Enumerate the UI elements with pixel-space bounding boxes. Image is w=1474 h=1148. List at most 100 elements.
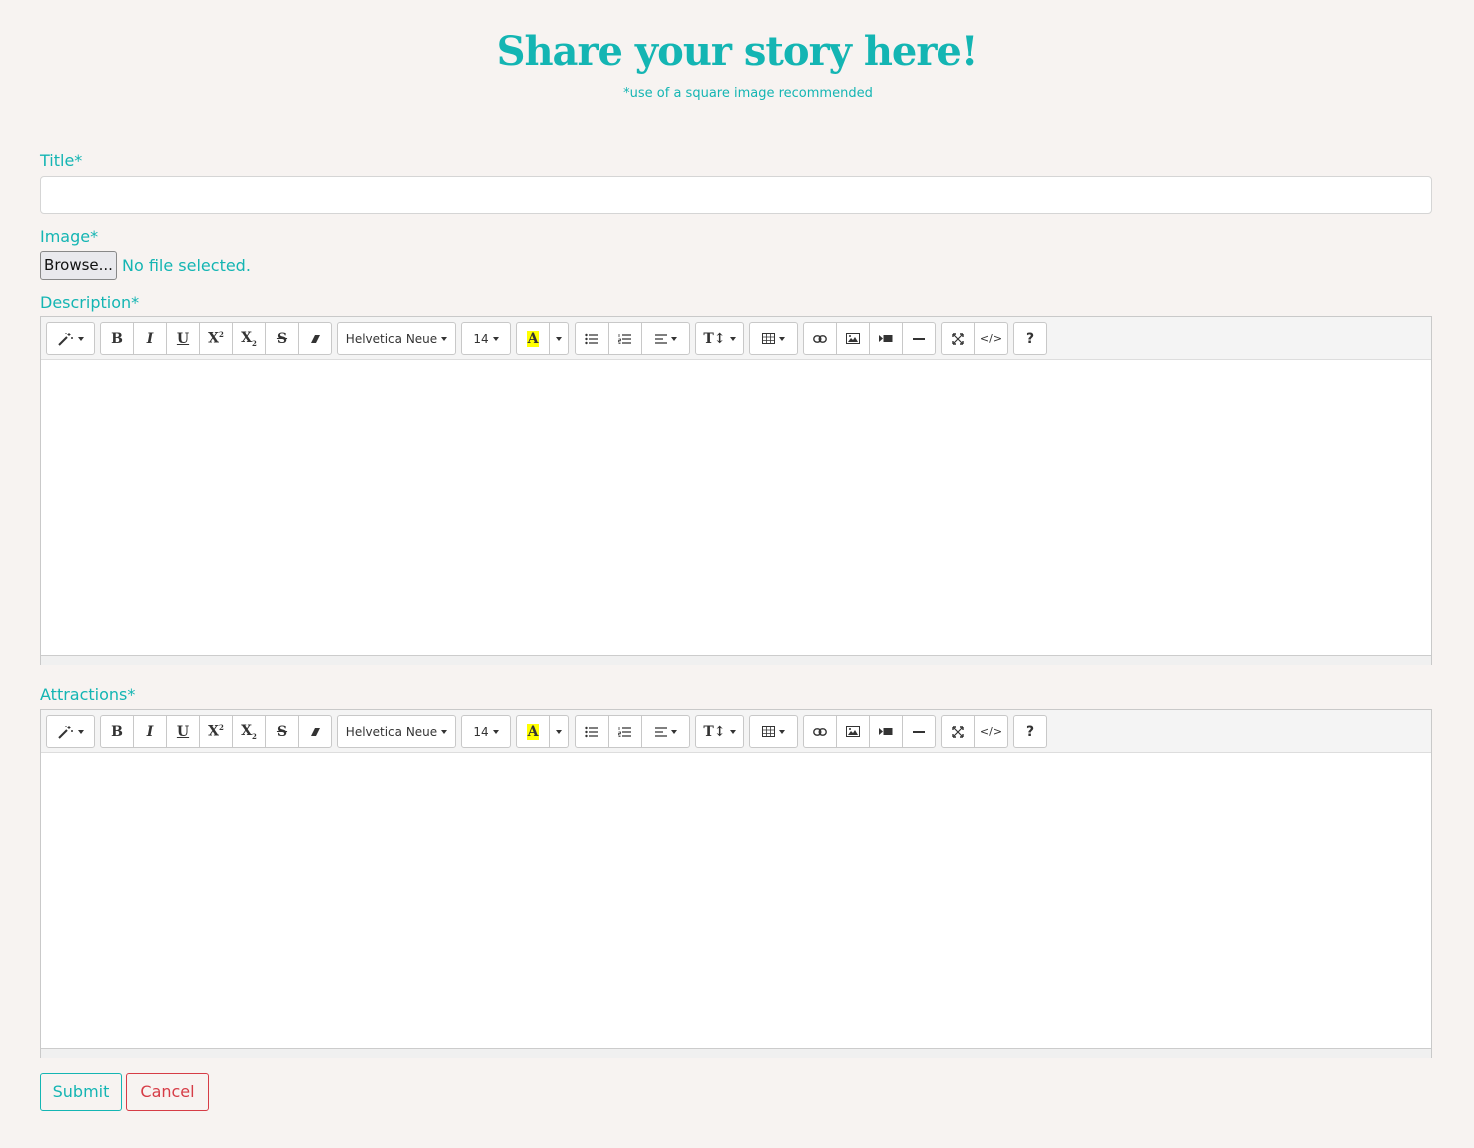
font-color-icon: A	[526, 330, 540, 347]
italic-icon: I	[146, 723, 154, 740]
underline-icon: U	[176, 330, 190, 347]
subscript-button[interactable]: X2	[232, 715, 266, 748]
picture-button[interactable]	[836, 715, 870, 748]
cancel-button[interactable]: Cancel	[126, 1073, 209, 1111]
video-button[interactable]	[869, 715, 903, 748]
title-input[interactable]	[40, 176, 1432, 214]
code-view-icon: </>	[979, 725, 1003, 738]
italic-button[interactable]: I	[133, 715, 167, 748]
page-subtitle: *use of a square image recommended	[623, 86, 873, 101]
font-name-dropdown[interactable]: Helvetica Neue	[337, 715, 456, 748]
bold-button[interactable]: B	[100, 322, 134, 355]
table-dropdown[interactable]	[749, 322, 798, 355]
font-color-button[interactable]: A	[516, 322, 550, 355]
unordered-list-icon	[585, 726, 599, 738]
ordered-list-button[interactable]	[608, 322, 642, 355]
description-editor: B I U X2 X2 S Helvetica Neue 14 A T↕ </>…	[40, 316, 1432, 665]
code-view-icon: </>	[979, 332, 1003, 345]
strikethrough-button[interactable]: S	[265, 715, 299, 748]
underline-button[interactable]: U	[166, 715, 200, 748]
code-view-button[interactable]: </>	[974, 322, 1008, 355]
font-color-dropdown[interactable]	[549, 322, 569, 355]
video-button[interactable]	[869, 322, 903, 355]
font-color-icon: A	[526, 723, 540, 740]
magic-style-button[interactable]	[46, 715, 95, 748]
eraser-icon	[309, 333, 321, 345]
submit-button[interactable]: Submit	[40, 1073, 122, 1111]
unordered-list-button[interactable]	[575, 715, 609, 748]
line-height-icon: T↕	[703, 723, 726, 740]
description-editing-area[interactable]	[41, 360, 1431, 655]
attractions-editing-area[interactable]	[41, 753, 1431, 1048]
horizontal-rule-button[interactable]	[902, 322, 936, 355]
ordered-list-icon	[618, 726, 632, 738]
attractions-editor: B I U X2 X2 S Helvetica Neue 14 A T↕ </>…	[40, 709, 1432, 1058]
bold-button[interactable]: B	[100, 715, 134, 748]
code-view-button[interactable]: </>	[974, 715, 1008, 748]
picture-button[interactable]	[836, 322, 870, 355]
strikethrough-icon: S	[276, 723, 288, 740]
superscript-button[interactable]: X2	[199, 715, 233, 748]
help-icon: ?	[1025, 330, 1035, 347]
clear-format-button[interactable]	[298, 715, 332, 748]
align-icon	[654, 333, 667, 344]
unordered-list-button[interactable]	[575, 322, 609, 355]
ordered-list-button[interactable]	[608, 715, 642, 748]
strikethrough-icon: S	[276, 330, 288, 347]
help-button[interactable]: ?	[1013, 715, 1047, 748]
font-size-dropdown[interactable]: 14	[461, 715, 511, 748]
unordered-list-icon	[585, 333, 599, 345]
underline-button[interactable]: U	[166, 322, 200, 355]
align-icon	[654, 726, 667, 737]
paragraph-dropdown[interactable]	[641, 715, 690, 748]
underline-icon: U	[176, 723, 190, 740]
table-dropdown[interactable]	[749, 715, 798, 748]
paragraph-dropdown[interactable]	[641, 322, 690, 355]
help-button[interactable]: ?	[1013, 322, 1047, 355]
superscript-button[interactable]: X2	[199, 322, 233, 355]
fullscreen-icon	[952, 332, 964, 345]
magic-style-button[interactable]	[46, 322, 95, 355]
magic-icon	[57, 725, 74, 739]
picture-icon	[846, 333, 860, 344]
no-file-text: No file selected.	[122, 256, 251, 275]
italic-icon: I	[146, 330, 154, 347]
editor-toolbar: B I U X2 X2 S Helvetica Neue 14 A T↕ </>…	[41, 710, 1431, 753]
bold-icon: B	[111, 330, 123, 347]
subscript-icon: X2	[241, 722, 257, 741]
link-button[interactable]	[803, 322, 837, 355]
page-title: Share your story here!	[496, 28, 979, 75]
eraser-icon	[309, 726, 321, 738]
help-icon: ?	[1025, 723, 1035, 740]
font-size-dropdown[interactable]: 14	[461, 322, 511, 355]
description-resize-bar[interactable]	[41, 655, 1431, 665]
strikethrough-button[interactable]: S	[265, 322, 299, 355]
font-name-dropdown[interactable]: Helvetica Neue	[337, 322, 456, 355]
browse-button[interactable]: Browse...	[40, 251, 117, 280]
attractions-resize-bar[interactable]	[41, 1048, 1431, 1058]
table-icon	[762, 726, 775, 737]
subscript-button[interactable]: X2	[232, 322, 266, 355]
video-icon	[879, 727, 893, 736]
horizontal-rule-button[interactable]	[902, 715, 936, 748]
link-button[interactable]	[803, 715, 837, 748]
font-color-button[interactable]: A	[516, 715, 550, 748]
fullscreen-icon	[952, 725, 964, 738]
link-icon	[813, 727, 827, 736]
link-icon	[813, 334, 827, 343]
magic-icon	[57, 332, 74, 346]
line-height-icon: T↕	[703, 330, 726, 347]
ordered-list-icon	[618, 333, 632, 345]
video-icon	[879, 334, 893, 343]
horizontal-rule-icon	[913, 730, 925, 734]
font-color-dropdown[interactable]	[549, 715, 569, 748]
description-label: Description*	[40, 293, 140, 312]
bold-icon: B	[111, 723, 123, 740]
fullscreen-button[interactable]	[941, 715, 975, 748]
italic-button[interactable]: I	[133, 322, 167, 355]
line-height-dropdown[interactable]: T↕	[695, 715, 744, 748]
picture-icon	[846, 726, 860, 737]
line-height-dropdown[interactable]: T↕	[695, 322, 744, 355]
clear-format-button[interactable]	[298, 322, 332, 355]
fullscreen-button[interactable]	[941, 322, 975, 355]
